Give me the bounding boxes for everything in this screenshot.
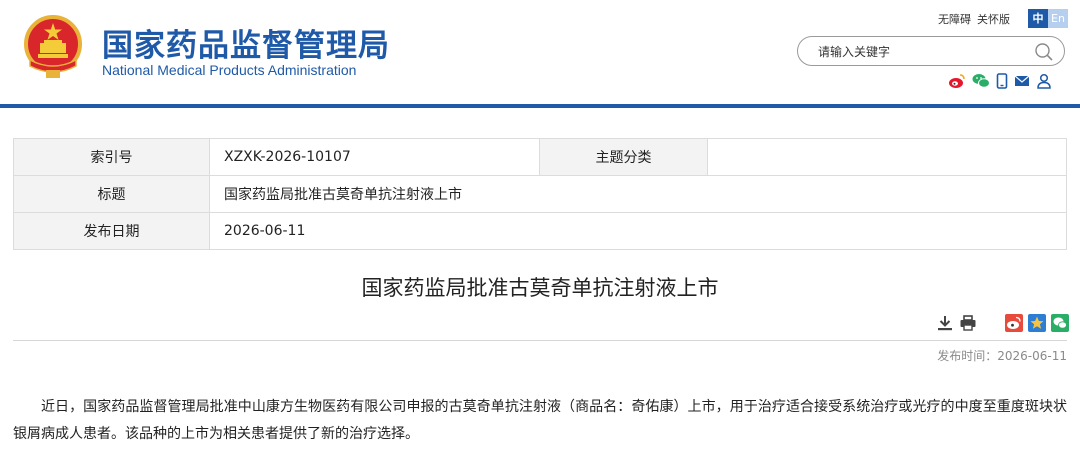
article-tools: [936, 314, 1069, 332]
header-rule: [0, 104, 1080, 108]
date-value: 2026-06-11: [209, 212, 1067, 250]
national-emblem-icon[interactable]: [22, 14, 84, 80]
lang-zh-button[interactable]: 中: [1028, 9, 1048, 28]
title-value: 国家药监局批准古莫奇单抗注射液上市: [209, 175, 1067, 213]
table-row: 标题 国家药监局批准古莫奇单抗注射液上市: [13, 175, 1067, 213]
lang-en-button[interactable]: En: [1048, 9, 1068, 28]
mail-icon[interactable]: [1014, 73, 1030, 89]
user-icon[interactable]: [1036, 73, 1052, 89]
publish-time: 发布时间：2026-06-11: [937, 349, 1067, 363]
social-links: [948, 73, 1052, 89]
table-row: 索引号 XZXK-2026-10107 主题分类: [13, 138, 1067, 176]
search-input[interactable]: [818, 43, 1018, 60]
print-icon[interactable]: [959, 314, 977, 332]
site-title-cn[interactable]: 国家药品监督管理局: [102, 20, 390, 65]
category-value: [707, 138, 1067, 176]
table-row: 发布日期 2026-06-11: [13, 212, 1067, 250]
language-switch: 中 En: [1028, 9, 1068, 28]
mobile-icon[interactable]: [996, 73, 1008, 89]
top-links: 无障碍 关怀版 中 En: [938, 9, 1068, 28]
search-box: [797, 36, 1065, 66]
share-weibo-icon[interactable]: [1005, 314, 1023, 332]
index-label: 索引号: [13, 138, 210, 176]
care-mode-link[interactable]: 关怀版: [977, 11, 1010, 27]
wechat-icon[interactable]: [972, 73, 990, 89]
article-body: 近日，国家药品监督管理局批准中山康方生物医药有限公司申报的古莫奇单抗注射液（商品…: [13, 399, 1067, 442]
info-table: 索引号 XZXK-2026-10107 主题分类 标题 国家药监局批准古莫奇单抗…: [13, 138, 1067, 250]
title-label: 标题: [13, 175, 210, 213]
weibo-icon[interactable]: [948, 73, 966, 89]
site-title-en[interactable]: National Medical Products Administration: [102, 62, 356, 78]
category-label: 主题分类: [539, 138, 708, 176]
accessibility-link[interactable]: 无障碍: [938, 11, 971, 27]
index-value: XZXK-2026-10107: [209, 138, 540, 176]
share-wechat-icon[interactable]: [1051, 314, 1069, 332]
date-label: 发布日期: [13, 212, 210, 250]
search-icon[interactable]: [1034, 42, 1054, 62]
article-divider: [13, 340, 1067, 341]
favorite-icon[interactable]: [1028, 314, 1046, 332]
article-title: 国家药监局批准古莫奇单抗注射液上市: [361, 276, 719, 300]
site-header: 国家药品监督管理局 National Medical Products Admi…: [0, 0, 1080, 106]
download-icon[interactable]: [936, 314, 954, 332]
